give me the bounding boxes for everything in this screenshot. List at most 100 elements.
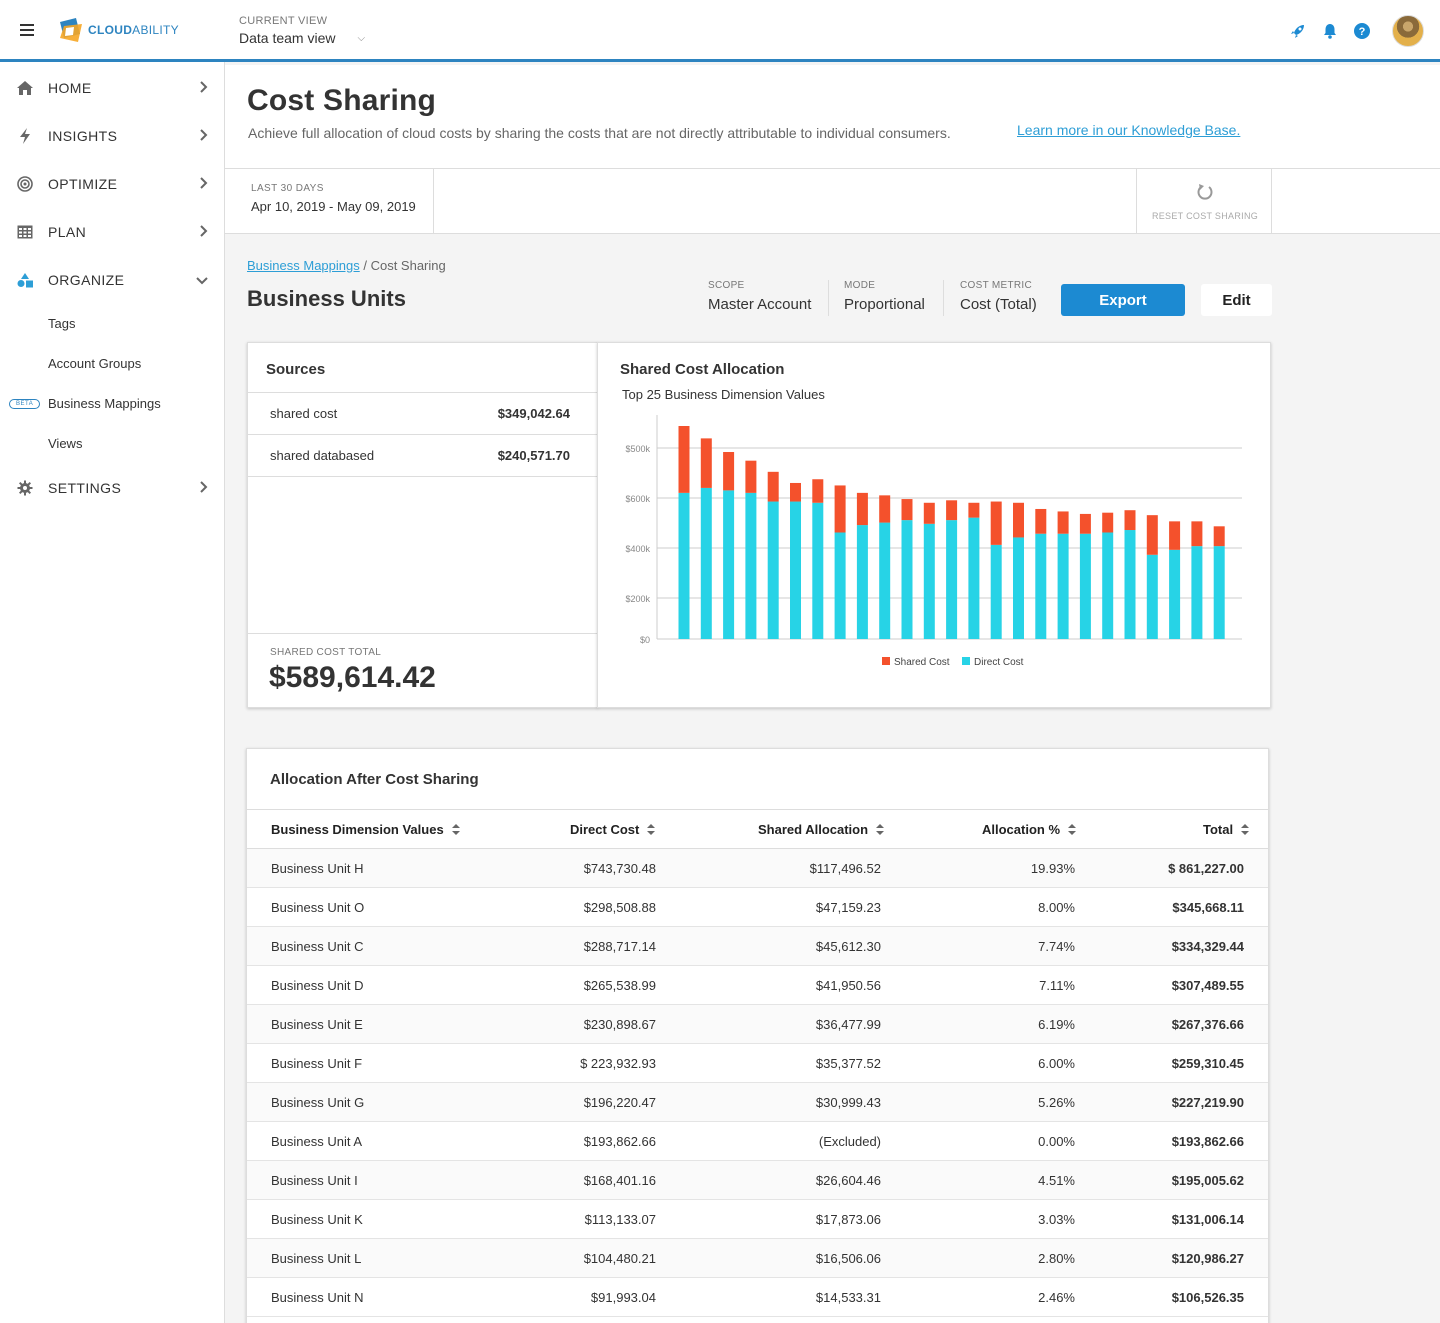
edit-button[interactable]: Edit [1201, 284, 1272, 316]
column-header-business-dimension-values[interactable]: Business Dimension Values [271, 822, 460, 837]
source-amount: $349,042.64 [497, 406, 570, 421]
table-cell: $259,310.45 [1171, 1056, 1244, 1071]
shared-cost-bar [901, 499, 913, 521]
sidebar-item-label: HOME [48, 80, 92, 96]
shared-cost-total-label: SHARED COST TOTAL [270, 647, 382, 658]
shared-cost-bar [923, 502, 935, 524]
mode-meta: MODE Proportional [844, 280, 925, 313]
legend-label-direct: Direct Cost [974, 657, 1024, 668]
rocket-icon[interactable] [1288, 21, 1308, 41]
sidebar-subitem-account-groups[interactable]: Account Groups [48, 356, 141, 371]
table-cell: $30,999.43 [815, 1095, 881, 1110]
direct-cost-bar [1057, 533, 1069, 639]
sidebar: HOME INSIGHTS OPTIMIZE PLAN ORGANIZE Tag… [0, 62, 225, 1323]
column-header-total[interactable]: Total [1203, 822, 1250, 837]
shared-cost-bar [745, 460, 757, 493]
sidebar-item-label: OPTIMIZE [48, 176, 118, 192]
table-cell: 6.00% [1038, 1056, 1075, 1071]
direct-cost-bar [745, 492, 757, 639]
date-range-picker[interactable]: LAST 30 DAYS Apr 10, 2019 - May 09, 2019 [225, 169, 434, 233]
table-cell: Business Unit E [271, 1017, 363, 1032]
logo-mark-icon [56, 16, 84, 44]
table-cell: $ 223,932.93 [580, 1056, 656, 1071]
help-icon[interactable]: ? [1352, 21, 1372, 41]
table-cell: $26,604.46 [815, 1173, 881, 1188]
source-row[interactable]: shared databased $240,571.70 [248, 434, 598, 477]
user-avatar[interactable] [1392, 15, 1424, 47]
column-header-allocation-percent[interactable]: Allocation % [982, 822, 1077, 837]
table-cell: 7.11% [1039, 978, 1075, 993]
breadcrumb-business-mappings-link[interactable]: Business Mappings [247, 258, 360, 273]
export-button[interactable]: Export [1061, 284, 1185, 316]
sidebar-subitem-business-mappings[interactable]: Business Mappings [48, 396, 161, 411]
table-cell: $196,220.47 [583, 1095, 656, 1110]
current-view-selector[interactable]: CURRENT VIEW Data team view ⌵ [239, 15, 365, 46]
breadcrumb: Business Mappings / Cost Sharing [247, 258, 446, 273]
shared-cost-bar [1013, 502, 1024, 538]
sidebar-item-plan[interactable]: PLAN [0, 208, 224, 256]
table-row[interactable]: Business Unit D $265,538.99 $41,950.56 7.11… [247, 966, 1268, 1005]
sidebar-item-insights[interactable]: INSIGHTS [0, 112, 224, 160]
sidebar-item-home[interactable]: HOME [0, 64, 224, 112]
direct-cost-bar [790, 501, 801, 639]
table-row[interactable]: Business Unit N $91,993.04 $14,533.31 2.46%… [247, 1278, 1268, 1317]
date-strip: LAST 30 DAYS Apr 10, 2019 - May 09, 2019… [225, 169, 1440, 234]
table-cell: $227,219.90 [1171, 1095, 1244, 1110]
shared-cost-bar [812, 479, 824, 503]
shared-cost-bar [1079, 513, 1091, 534]
knowledge-base-link[interactable]: Learn more in our Knowledge Base. [1017, 122, 1240, 138]
current-view-label: CURRENT VIEW [239, 15, 328, 27]
table-cell: $ 861,227.00 [1168, 861, 1244, 876]
source-row[interactable]: shared cost $349,042.64 [248, 392, 598, 435]
direct-cost-bar [723, 490, 735, 639]
allocation-table-title: Allocation After Cost Sharing [270, 771, 479, 788]
sidebar-item-settings[interactable]: SETTINGS [0, 464, 224, 512]
table-row[interactable]: Business Unit H $743,730.48 $117,496.52 19.… [247, 849, 1268, 888]
table-row[interactable]: Business Unit A $193,862.66 (Excluded) 0.00… [247, 1122, 1268, 1161]
sidebar-subitem-tags[interactable]: Tags [48, 316, 75, 331]
column-header-shared-allocation[interactable]: Shared Allocation [758, 822, 885, 837]
shared-cost-bar [700, 438, 712, 488]
cloudability-logo[interactable]: CLOUDABILITY [56, 16, 179, 44]
top-bar: CLOUDABILITY CURRENT VIEW Data team view… [0, 0, 1440, 62]
table-cell: Business Unit I [271, 1173, 358, 1188]
svg-text:?: ? [1359, 26, 1366, 38]
table-cell: Business Unit D [271, 978, 364, 993]
beta-badge: BETA [9, 399, 41, 409]
table-row[interactable]: Business Unit F $ 223,932.93 $35,377.52 6.0… [247, 1044, 1268, 1083]
reset-cost-sharing-button[interactable]: RESET COST SHARING [1136, 169, 1272, 233]
direct-cost-bar [1191, 546, 1203, 639]
sidebar-item-organize[interactable]: ORGANIZE [0, 256, 224, 304]
y-tick-label: $0 [640, 635, 650, 645]
table-cell: $117,496.52 [809, 861, 881, 876]
shapes-icon [16, 271, 34, 289]
direct-cost-bar [767, 501, 779, 639]
table-row[interactable]: Business Unit I $168,401.16 $26,604.46 4.51… [247, 1161, 1268, 1200]
table-cell: $14,533.31 [815, 1290, 881, 1305]
shared-cost-bar [1146, 515, 1158, 555]
shared-cost-bar [990, 501, 1002, 545]
table-row[interactable]: Business Unit O $298,508.88 $47,159.23 8.00… [247, 888, 1268, 927]
sidebar-subitem-views[interactable]: Views [48, 436, 82, 451]
table-cell: $193,862.66 [583, 1134, 656, 1149]
hamburger-menu-icon[interactable] [20, 24, 34, 36]
table-row[interactable]: Business Unit L $104,480.21 $16,506.06 2.80… [247, 1239, 1268, 1278]
chevron-down-icon [196, 272, 208, 288]
sidebar-item-optimize[interactable]: OPTIMIZE [0, 160, 224, 208]
meta-divider [943, 280, 944, 316]
cost-metric-value: Cost (Total) [960, 296, 1037, 313]
table-cell: Business Unit C [271, 939, 364, 954]
table-row[interactable]: Business Unit K $113,133.07 $17,873.06 3.03… [247, 1200, 1268, 1239]
column-header-direct-cost[interactable]: Direct Cost [570, 822, 656, 837]
shared-cost-total-value: $589,614.42 [269, 661, 436, 694]
table-row[interactable]: Business Unit C $288,717.14 $45,612.30 7.74… [247, 927, 1268, 966]
table-cell: $120,986.27 [1171, 1251, 1244, 1266]
table-row[interactable]: Business Unit E $230,898.67 $36,477.99 6.19… [247, 1005, 1268, 1044]
shared-cost-bar [723, 452, 735, 491]
sort-icon [876, 823, 885, 836]
table-cell: $193,862.66 [1171, 1134, 1244, 1149]
table-row[interactable]: Business Unit G $196,220.47 $30,999.43 5.26… [247, 1083, 1268, 1122]
allocation-table-card: Allocation After Cost Sharing Business D… [246, 748, 1269, 1323]
shared-cost-bar [968, 502, 980, 518]
bell-icon[interactable] [1320, 21, 1340, 41]
